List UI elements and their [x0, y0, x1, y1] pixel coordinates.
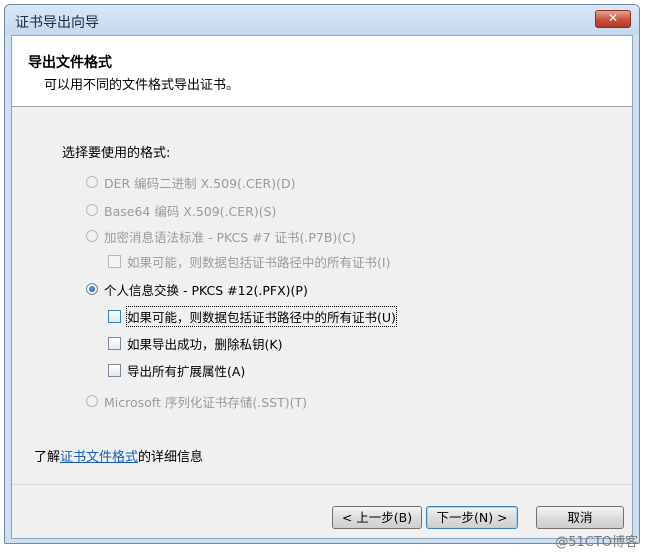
page-title: 导出文件格式	[28, 55, 112, 71]
next-button[interactable]: 下一步(N) >	[426, 506, 518, 529]
radio-der-label: DER 编码二进制 X.509(.CER)(D)	[104, 175, 296, 191]
window-title: 证书导出向导	[15, 15, 99, 31]
checkbox-pfx-include-chain-label: 如果可能，则数据包括证书路径中的所有证书(U)	[126, 305, 397, 327]
radio-p7b-option[interactable]: 加密消息语法标准 - PKCS #7 证书(.P7B)(C)	[86, 226, 356, 246]
radio-sst[interactable]	[86, 395, 98, 407]
radio-pfx-label: 个人信息交换 - PKCS #12(.PFX)(P)	[104, 282, 308, 298]
radio-pfx-option[interactable]: 个人信息交换 - PKCS #12(.PFX)(P)	[86, 279, 308, 299]
checkbox-p7b-include-chain-option[interactable]: 如果可能，则数据包括证书路径中的所有证书(I)	[108, 251, 390, 271]
learn-more-text: 了解证书文件格式的详细信息	[34, 446, 203, 465]
checkbox-pfx-include-chain[interactable]	[108, 309, 121, 323]
radio-pfx[interactable]	[86, 283, 98, 295]
checkbox-export-extended-properties-label: 导出所有扩展属性(A)	[127, 363, 246, 379]
footer-divider	[12, 484, 632, 485]
radio-der[interactable]	[86, 176, 98, 188]
radio-base64-label: Base64 编码 X.509(.CER)(S)	[104, 203, 277, 219]
radio-sst-label: Microsoft 序列化证书存储(.SST)(T)	[104, 394, 307, 410]
page-subtitle: 可以用不同的文件格式导出证书。	[44, 78, 240, 93]
back-button[interactable]: < 上一步(B)	[332, 506, 422, 529]
checkbox-delete-private-key-option[interactable]: 如果导出成功，删除私钥(K)	[108, 333, 282, 353]
learn-more-suffix: 的详细信息	[138, 450, 204, 465]
wizard-header: 导出文件格式 可以用不同的文件格式导出证书。	[12, 36, 632, 107]
wizard-client-area: 导出文件格式 可以用不同的文件格式导出证书。 选择要使用的格式: DER 编码二…	[11, 35, 633, 539]
radio-sst-option[interactable]: Microsoft 序列化证书存储(.SST)(T)	[86, 391, 307, 411]
checkbox-p7b-include-chain[interactable]	[108, 254, 121, 268]
format-group-label: 选择要使用的格式:	[62, 146, 171, 161]
cancel-button[interactable]: 取消	[536, 506, 624, 529]
export-wizard-window: 证书导出向导 ✕ 导出文件格式 可以用不同的文件格式导出证书。 选择要使用的格式…	[4, 4, 640, 544]
radio-base64[interactable]	[86, 204, 98, 216]
title-bar[interactable]: 证书导出向导 ✕	[5, 5, 639, 35]
checkbox-delete-private-key-label: 如果导出成功，删除私钥(K)	[127, 336, 283, 352]
checkbox-export-extended-properties-option[interactable]: 导出所有扩展属性(A)	[108, 360, 245, 380]
radio-p7b-label: 加密消息语法标准 - PKCS #7 证书(.P7B)(C)	[104, 229, 356, 245]
radio-p7b[interactable]	[86, 230, 98, 242]
watermark: @51CTO博客	[555, 535, 638, 550]
checkbox-p7b-include-chain-label: 如果可能，则数据包括证书路径中的所有证书(I)	[127, 254, 391, 270]
radio-base64-option[interactable]: Base64 编码 X.509(.CER)(S)	[86, 200, 276, 220]
checkbox-pfx-include-chain-option[interactable]: 如果可能，则数据包括证书路径中的所有证书(U)	[108, 305, 397, 327]
certificate-formats-link[interactable]: 证书文件格式	[60, 450, 138, 465]
close-icon: ✕	[607, 11, 619, 25]
learn-more-prefix: 了解	[34, 450, 61, 465]
checkbox-export-extended-properties[interactable]	[108, 363, 121, 377]
radio-der-option[interactable]: DER 编码二进制 X.509(.CER)(D)	[86, 172, 295, 192]
checkbox-delete-private-key[interactable]	[108, 336, 121, 350]
close-button[interactable]: ✕	[595, 10, 631, 28]
